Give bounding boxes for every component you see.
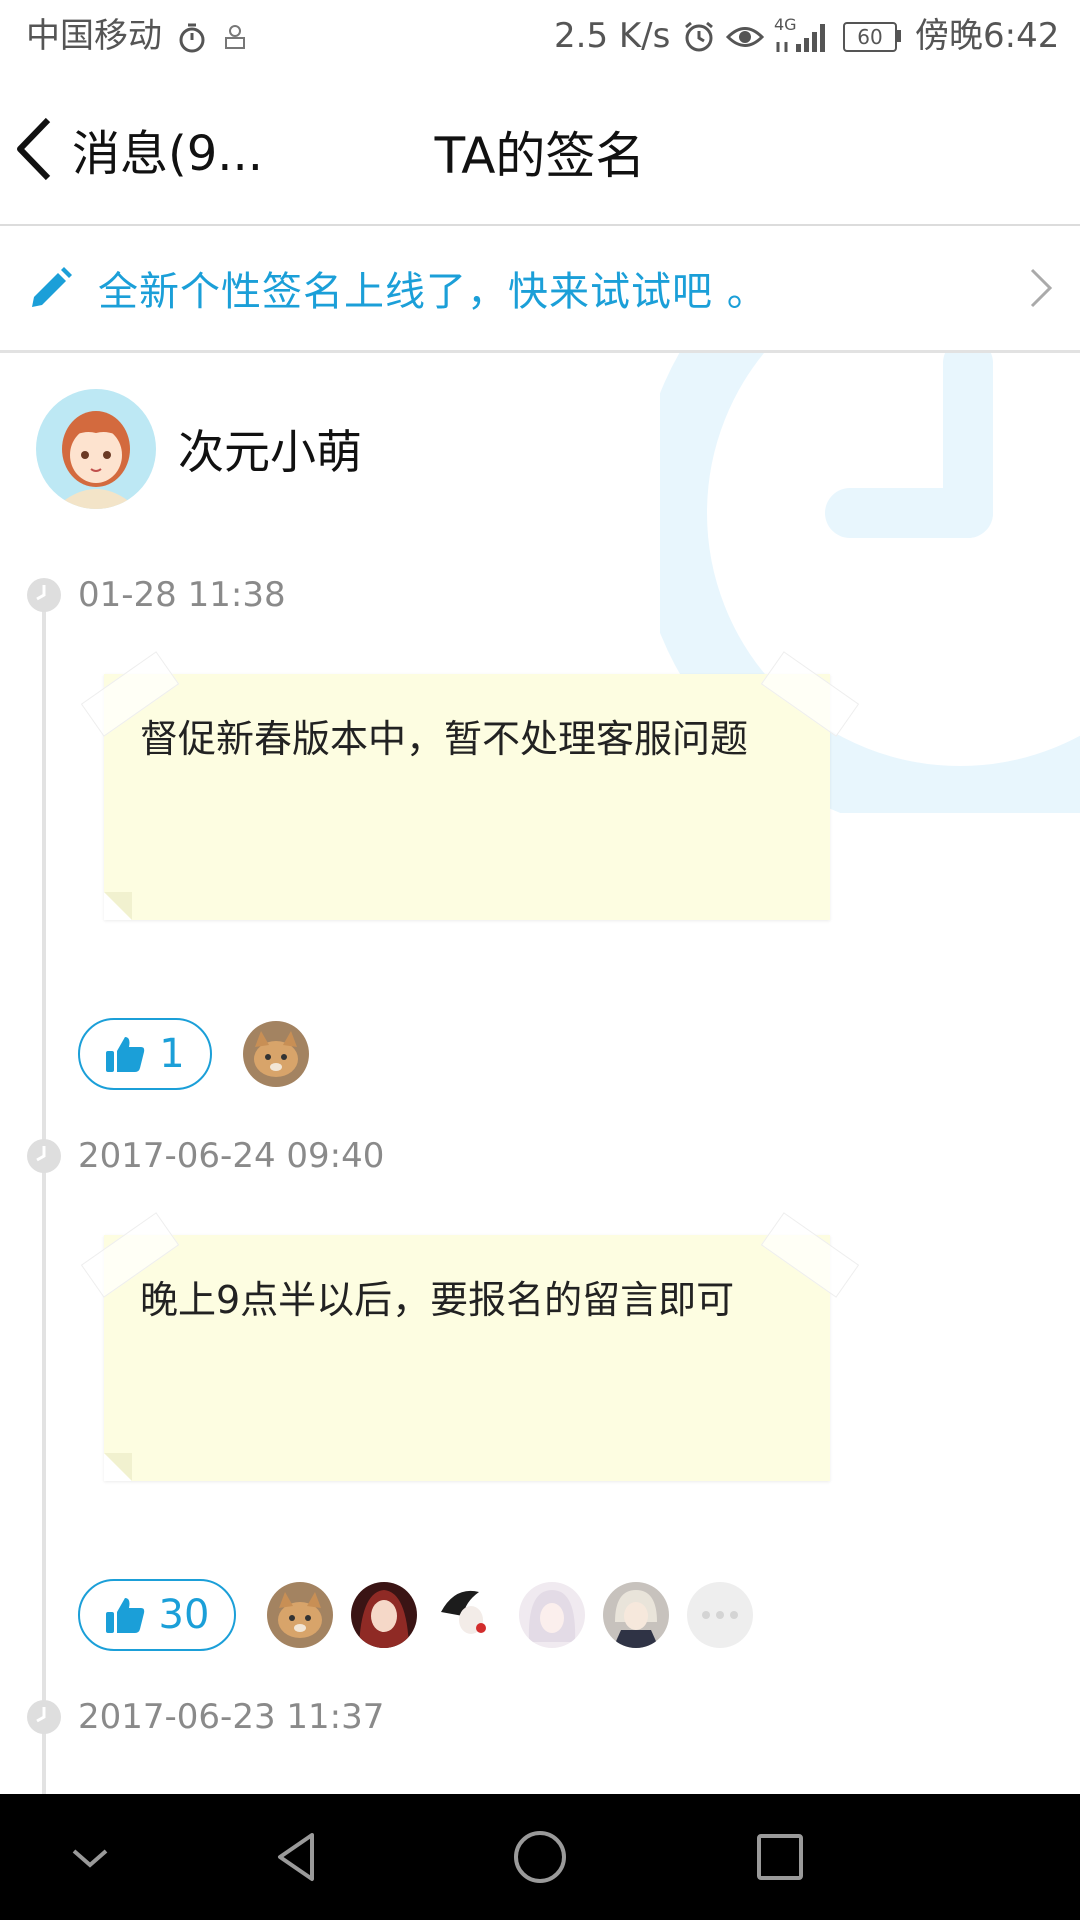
anime-avatar-image <box>351 1582 417 1648</box>
battery-tip <box>897 30 901 42</box>
avatar-girl-image <box>36 389 156 509</box>
battery-icon: 60 <box>843 22 897 52</box>
anime-avatar-image <box>519 1582 585 1648</box>
thumbs-up-icon <box>106 1037 145 1072</box>
liker-avatar[interactable] <box>243 1021 309 1087</box>
tape-decoration <box>760 1212 860 1298</box>
cat-avatar-image <box>267 1582 333 1648</box>
like-button[interactable]: 30 <box>78 1579 236 1651</box>
collapse-chevron-icon[interactable] <box>60 1827 120 1887</box>
page-curl <box>104 1453 132 1481</box>
cat-avatar-image <box>243 1021 309 1087</box>
signature-text: 督促新春版本中，暂不处理客服问题 <box>140 717 749 761</box>
clock: 傍晚6:42 <box>915 16 1060 56</box>
signature-time: 01-28 11:38 <box>78 575 286 615</box>
signature-note: 督促新春版本中，暂不处理客服问题 <box>80 651 860 920</box>
signature-time: 2017-06-24 09:40 <box>78 1136 385 1176</box>
signature-note: 晚上9点半以后，要报名的留言即可 <box>80 1212 860 1481</box>
system-nav-bar <box>0 1794 1080 1920</box>
liker-avatar[interactable] <box>435 1582 501 1648</box>
liker-avatar[interactable] <box>267 1582 333 1648</box>
timestamp-row: 2017-06-23 11:37 <box>26 1697 384 1737</box>
net-speed: 2.5 K/s <box>554 16 671 56</box>
recent-square-icon[interactable] <box>750 1827 810 1887</box>
clock-icon <box>27 1139 61 1173</box>
signature-time: 2017-06-23 11:37 <box>78 1697 385 1737</box>
signature-timeline[interactable]: 次元小萌 01-28 11:38 督促新春版本中，暂不处理客服问题 1 2017… <box>0 353 1080 1794</box>
nickname: 次元小萌 <box>178 425 362 479</box>
new-signature-banner[interactable]: 全新个性签名上线了，快来试试吧 。 <box>0 226 1080 353</box>
chevron-right-icon <box>1030 268 1053 308</box>
timestamp-row: 2017-06-24 09:40 <box>26 1136 384 1176</box>
signal-icon <box>776 24 825 52</box>
timeline-line <box>42 603 46 1794</box>
like-count: 30 <box>158 1592 210 1638</box>
like-count: 1 <box>159 1031 185 1077</box>
page-curl <box>104 892 132 920</box>
timestamp-row: 01-28 11:38 <box>26 575 286 615</box>
liker-avatar[interactable] <box>519 1582 585 1648</box>
like-button[interactable]: 1 <box>78 1018 212 1090</box>
signature-text: 晚上9点半以后，要报名的留言即可 <box>140 1278 735 1322</box>
status-bar: 中国移动 2.5 K/s 4G 60 傍晚6:42 <box>0 0 1080 74</box>
thumbs-up-icon <box>105 1598 144 1633</box>
more-dots-icon <box>702 1611 738 1619</box>
anime-avatar-image <box>603 1582 669 1648</box>
more-likers-button[interactable] <box>687 1582 753 1648</box>
clock-icon <box>27 578 61 612</box>
alarm-icon <box>685 21 713 52</box>
liker-avatar[interactable] <box>603 1582 669 1648</box>
profile-header: 次元小萌 <box>36 389 362 509</box>
clock-icon <box>27 1700 61 1734</box>
carrier-label: 中国移动 <box>26 16 162 56</box>
home-circle-icon[interactable] <box>510 1827 570 1887</box>
sync-icon <box>225 25 245 49</box>
liker-avatar[interactable] <box>351 1582 417 1648</box>
page-title: TA的签名 <box>434 127 646 185</box>
nav-bar: 消息(9... TA的签名 <box>0 74 1080 226</box>
back-triangle-icon[interactable] <box>268 1827 328 1887</box>
anime-avatar-image <box>435 1582 501 1648</box>
battery-level: 60 <box>857 25 883 49</box>
stopwatch-icon <box>179 23 205 53</box>
banner-text: 全新个性签名上线了，快来试试吧 。 <box>98 269 768 315</box>
avatar[interactable] <box>36 389 156 509</box>
eye-icon <box>726 27 764 47</box>
pencil-icon <box>32 267 72 307</box>
